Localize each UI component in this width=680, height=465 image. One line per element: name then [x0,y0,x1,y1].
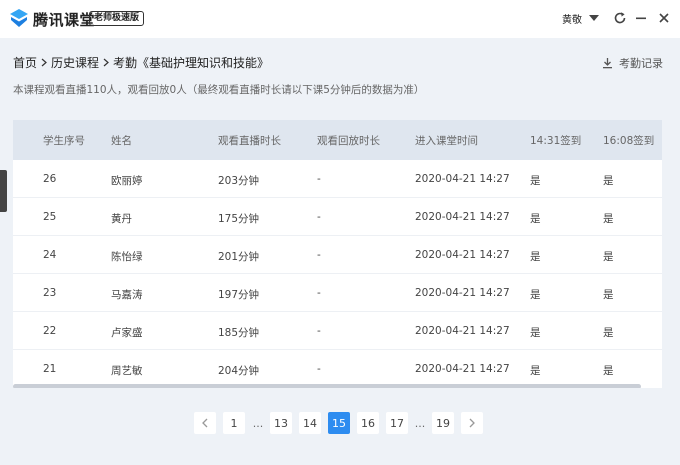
column-header: 进入课堂时间 [415,135,478,147]
cell-live-duration: 201分钟 [218,251,260,263]
chevron-right-icon [469,418,475,428]
cell-live-duration: 175分钟 [218,213,260,225]
page-button[interactable]: 19 [432,412,454,434]
table-row: 21 周艺敏 204分钟 - 2020-04-21 14:27 是 是 [13,350,662,388]
close-icon[interactable] [653,7,675,29]
app-name: 腾讯课堂 [33,11,96,29]
cell-checkin-1608: 是 [603,327,614,339]
app-logo-icon [8,7,30,29]
cell-student-no: 21 [43,363,57,375]
column-header: 观看直播时长 [218,135,281,147]
column-header: 观看回放时长 [317,135,380,147]
cell-enter-time: 2020-04-21 14:27 [415,325,510,337]
user-menu-chevron-down-icon[interactable] [589,15,599,21]
cell-checkin-1431: 是 [530,289,541,301]
cell-checkin-1608: 是 [603,213,614,225]
breadcrumb: 首页 历史课程 考勤《基础护理知识和技能》 [13,54,269,71]
cell-checkin-1431: 是 [530,365,541,377]
column-header: 学生序号 [43,135,85,147]
minimize-icon[interactable] [630,7,652,29]
cell-name: 陈怡绿 [111,251,143,263]
cell-enter-time: 2020-04-21 14:27 [415,287,510,299]
table-row: 25 黄丹 175分钟 - 2020-04-21 14:27 是 是 [13,198,662,236]
pagination: 1 ... 13 14 15 16 17 ... 19 [0,412,680,434]
cell-enter-time: 2020-04-21 14:27 [415,249,510,261]
prev-page-button[interactable] [194,412,216,434]
cell-replay-duration: - [317,287,321,299]
cell-live-duration: 204分钟 [218,365,260,377]
page-button-current[interactable]: 15 [328,412,350,434]
cell-live-duration: 203分钟 [218,175,260,187]
cell-student-no: 22 [43,325,57,337]
table-row: 26 欧丽婷 203分钟 - 2020-04-21 14:27 是 是 [13,160,662,198]
cell-replay-duration: - [317,211,321,223]
cell-checkin-1608: 是 [603,365,614,377]
page-button[interactable]: 13 [270,412,292,434]
cell-checkin-1608: 是 [603,175,614,187]
title-bar: 腾讯课堂 老师极速版 黄敬 [0,0,680,38]
cell-student-no: 23 [43,287,57,299]
cell-name: 马嘉涛 [111,289,143,301]
page-ellipsis: ... [252,416,264,430]
chevron-left-icon [202,418,208,428]
cell-student-no: 24 [43,249,57,261]
page-button[interactable]: 17 [386,412,408,434]
cell-checkin-1431: 是 [530,327,541,339]
attendance-record-button[interactable]: 考勤记录 [602,55,663,71]
cell-replay-duration: - [317,249,321,261]
page-button[interactable]: 16 [357,412,379,434]
page-ellipsis: ... [414,416,426,430]
next-page-button[interactable] [461,412,483,434]
chevron-right-icon [41,58,47,67]
cell-student-no: 25 [43,211,57,223]
cell-enter-time: 2020-04-21 14:27 [415,173,510,185]
page-button[interactable]: 14 [299,412,321,434]
cell-replay-duration: - [317,325,321,337]
breadcrumb-current-page: 考勤《基础护理知识和技能》 [113,56,270,70]
attendance-summary: 本课程观看直播110人，观看回放0人（最终观看直播时长请以下课5分钟后的数据为准… [13,84,425,96]
table-row: 22 卢家盛 185分钟 - 2020-04-21 14:27 是 是 [13,312,662,350]
cell-name: 欧丽婷 [111,175,143,187]
cell-name: 黄丹 [111,213,132,225]
column-header: 16:08签到 [603,135,655,147]
cell-checkin-1431: 是 [530,175,541,187]
cell-checkin-1608: 是 [603,289,614,301]
horizontal-scrollbar[interactable] [13,384,641,388]
cell-replay-duration: - [317,173,321,185]
breadcrumb-home[interactable]: 首页 [13,54,37,71]
attendance-table: 学生序号 姓名 观看直播时长 观看回放时长 进入课堂时间 14:31签到 16:… [13,120,662,388]
breadcrumb-history-courses[interactable]: 历史课程 [51,54,99,71]
edition-badge: 老师极速版 [89,11,145,26]
cell-live-duration: 185分钟 [218,327,260,339]
cell-enter-time: 2020-04-21 14:27 [415,363,510,375]
column-header: 14:31签到 [530,135,582,147]
column-header: 姓名 [111,135,132,147]
attendance-record-label: 考勤记录 [619,57,663,70]
cell-checkin-1431: 是 [530,213,541,225]
user-name[interactable]: 黄敬 [562,11,582,26]
cell-live-duration: 197分钟 [218,289,260,301]
cell-replay-duration: - [317,363,321,375]
download-icon [603,58,612,69]
table-header: 学生序号 姓名 观看直播时长 观看回放时长 进入课堂时间 14:31签到 16:… [13,120,662,160]
cell-name: 周艺敏 [111,365,143,377]
cell-student-no: 26 [43,173,57,185]
cell-name: 卢家盛 [111,327,143,339]
table-row: 24 陈怡绿 201分钟 - 2020-04-21 14:27 是 是 [13,236,662,274]
cell-checkin-1608: 是 [603,251,614,263]
refresh-icon[interactable] [609,7,631,29]
chevron-right-icon [103,58,109,67]
table-row: 23 马嘉涛 197分钟 - 2020-04-21 14:27 是 是 [13,274,662,312]
page-button[interactable]: 1 [223,412,245,434]
cell-checkin-1431: 是 [530,251,541,263]
side-panel-handle[interactable] [0,170,7,212]
cell-enter-time: 2020-04-21 14:27 [415,211,510,223]
